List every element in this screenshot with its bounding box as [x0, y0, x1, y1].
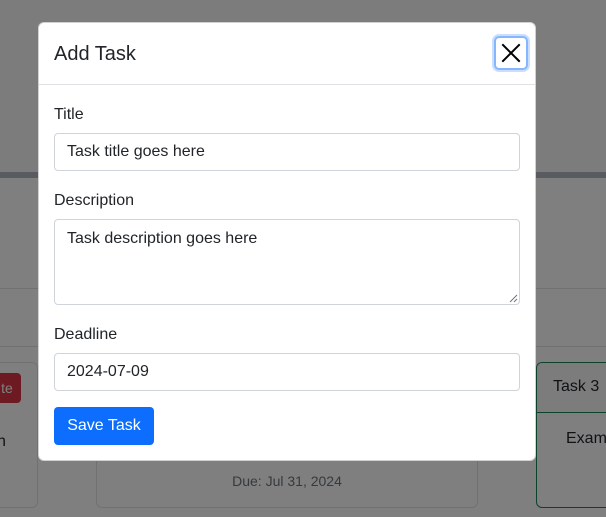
resize-grip-icon[interactable] [508, 293, 518, 303]
save-task-button[interactable]: Save Task [54, 407, 154, 445]
close-button[interactable] [494, 36, 528, 70]
add-task-modal: Add Task Title Task title goes here Desc… [38, 22, 536, 461]
description-text: Task description goes here [67, 230, 258, 247]
close-icon [501, 43, 521, 63]
description-label: Description [54, 192, 135, 209]
title-label: Title [54, 106, 84, 123]
description-textarea[interactable]: Task description goes here [54, 219, 520, 305]
modal-title: Add Task [54, 43, 136, 65]
modal-header: Add Task [39, 23, 535, 85]
deadline-input[interactable]: 2024-07-09 [54, 353, 520, 391]
title-input[interactable]: Task title goes here [54, 133, 520, 171]
deadline-label: Deadline [54, 326, 118, 343]
